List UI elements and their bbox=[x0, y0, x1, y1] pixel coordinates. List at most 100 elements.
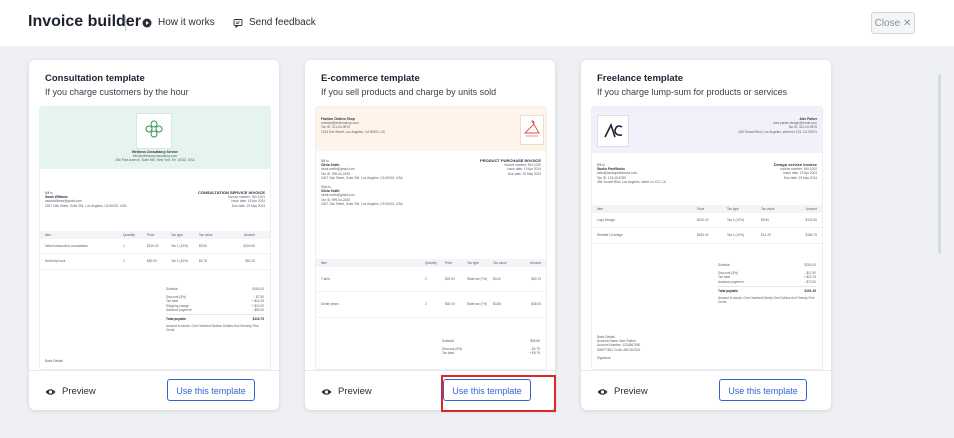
cell: State tax (7%) bbox=[467, 277, 488, 282]
client-line: 2457 Oak Street, Suite 304, Los Angeles,… bbox=[45, 203, 127, 208]
table-row: Self-help book 1 $50.00 Tax 1 (10%) $4.7… bbox=[40, 254, 270, 270]
items-table: Item Quantity Price Tax type Tax value A… bbox=[316, 259, 546, 318]
table-header: Item Price Tax type Tax value Amount bbox=[592, 205, 822, 214]
preview-button[interactable]: Preview bbox=[321, 386, 372, 397]
column-header: Tax type bbox=[467, 261, 479, 265]
totals-block: Subtotal $250.00 Discount (5%) - $12.50 Ta… bbox=[718, 263, 816, 304]
cell: $14.25 bbox=[761, 233, 771, 238]
preview-label: Preview bbox=[62, 386, 96, 397]
bank-line: SWIFT/BIC Code: ABCDUS33 bbox=[597, 347, 641, 352]
company-line: 1234 Elm Street, Los Angeles, CA 90001, … bbox=[321, 129, 385, 134]
invoice-preview-thumbnail[interactable]: Wellness Consultancy Service info@wellne… bbox=[39, 106, 271, 370]
card-subtitle: If you sell products and charge by units… bbox=[321, 87, 497, 97]
invoice-preview-thumbnail[interactable]: Fashion Clothes Shop contact@fashionshop… bbox=[315, 106, 547, 370]
card-subtitle: If you charge customers by the hour bbox=[45, 87, 189, 97]
card-title: E-commerce template bbox=[321, 73, 420, 84]
cell: $4.75 bbox=[199, 259, 207, 264]
cell: Initial introductory consultation bbox=[45, 244, 88, 249]
invoice-preview-thumbnail[interactable]: Alex Parker alex.parker.design@email.com… bbox=[591, 106, 823, 370]
cell: $3.00 bbox=[493, 277, 501, 282]
cell: $100.00 bbox=[147, 244, 159, 249]
hanger-logo-icon bbox=[523, 120, 540, 137]
column-header: Amount bbox=[530, 261, 541, 265]
use-template-button[interactable]: Use this template bbox=[719, 379, 807, 401]
total-label: Advance payment bbox=[166, 307, 192, 312]
company-logo bbox=[520, 115, 544, 145]
cell: $3.88 bbox=[493, 302, 501, 307]
amount-in-words: Amount in words: One Hundred Ninety One … bbox=[718, 296, 815, 305]
app-title: Invoice builder bbox=[28, 13, 141, 30]
play-circle-icon bbox=[142, 18, 152, 27]
send-feedback-link[interactable]: Send feedback bbox=[233, 17, 316, 28]
send-feedback-label: Send feedback bbox=[249, 17, 316, 28]
table-row: Initial introductory consultation 1 $100… bbox=[40, 239, 270, 255]
cell: $9.50 bbox=[199, 244, 207, 249]
preview-button[interactable]: Preview bbox=[45, 386, 96, 397]
ship-line: 2457 Oak Street, Suite 304, Los Angeles,… bbox=[321, 201, 403, 206]
cell: 1 bbox=[123, 244, 125, 249]
table-row: Logo Design $100.00 Tax 1 (10%) $9.50 $1… bbox=[592, 213, 822, 229]
total-label: Subtotal bbox=[442, 339, 454, 343]
cell: Self-help book bbox=[45, 259, 66, 264]
total-value: $95.80 bbox=[530, 339, 540, 343]
total-value: - $70.00 bbox=[804, 279, 816, 284]
scrollbar-thumb[interactable] bbox=[938, 74, 941, 254]
totals-block: Subtotal $150.00 Discount (5%) - $7.50 Tax… bbox=[166, 287, 264, 333]
totals-block: Subtotal $95.80 Discount (5%) - $4.79 Tax … bbox=[442, 339, 540, 356]
client-line: 456 Sunset Blvd, Los Angeles, street no … bbox=[597, 179, 666, 184]
column-header: Tax value bbox=[761, 207, 775, 211]
preview-button[interactable]: Preview bbox=[597, 386, 648, 397]
cell: Website UI design bbox=[597, 233, 623, 238]
card-title: Freelance template bbox=[597, 73, 684, 84]
total-label: Subtotal bbox=[166, 287, 178, 291]
cell: Tax 1 (10%) bbox=[171, 259, 189, 264]
cell: Tax 1 (10%) bbox=[727, 218, 745, 223]
total-label: Subtotal bbox=[718, 263, 730, 267]
wellness-logo-icon bbox=[145, 120, 163, 138]
cell: 2 bbox=[425, 302, 427, 307]
company-logo bbox=[597, 115, 629, 147]
eye-icon bbox=[597, 388, 608, 395]
column-header: Quantity bbox=[425, 261, 437, 265]
card-footer: Preview Use this template bbox=[29, 370, 279, 410]
cell: $150.00 bbox=[697, 233, 709, 238]
cell: $156.75 bbox=[805, 233, 817, 238]
card-title: Consultation template bbox=[45, 73, 145, 84]
column-header: Tax type bbox=[727, 207, 739, 211]
table-row: Website UI design $150.00 Tax 1 (10%) $1… bbox=[592, 228, 822, 244]
column-header: Price bbox=[445, 261, 453, 265]
card-footer: Preview Use this template bbox=[581, 370, 831, 410]
cell: $52.25 bbox=[245, 259, 255, 264]
client-line: 2457 Oak Street, Suite 304, Los Angeles,… bbox=[321, 175, 403, 180]
total-label: Total payable bbox=[166, 317, 187, 322]
total-value: - $50.00 bbox=[252, 307, 264, 312]
title-divider bbox=[125, 16, 126, 31]
freelance-template-card: Freelance template If you charge lump-su… bbox=[581, 60, 831, 410]
amount-in-words: Amount in words: One Hundred Sixteen Dol… bbox=[166, 324, 259, 333]
cell: $104.50 bbox=[243, 244, 255, 249]
column-header: Price bbox=[697, 207, 705, 211]
cell: $104.50 bbox=[805, 218, 817, 223]
eye-icon bbox=[45, 388, 56, 395]
column-header: Amount bbox=[244, 233, 255, 237]
preview-label: Preview bbox=[614, 386, 648, 397]
use-template-button[interactable]: Use this template bbox=[443, 379, 531, 401]
total-value: $250.00 bbox=[804, 263, 816, 267]
table-row: T-shirt 2 $25.00 State tax (7%) $3.00 $5… bbox=[316, 267, 546, 293]
preview-label: Preview bbox=[338, 386, 372, 397]
cell: $53.70 bbox=[531, 277, 541, 282]
total-label: Advance payment bbox=[718, 279, 744, 284]
bank-details-label: Bank Details bbox=[45, 359, 63, 363]
ac-monogram-icon bbox=[604, 122, 623, 138]
total-value: $116.75 bbox=[252, 317, 264, 322]
cell: 1 bbox=[123, 259, 125, 264]
how-it-works-link[interactable]: How it works bbox=[142, 17, 215, 28]
total-value: $150.00 bbox=[252, 287, 264, 291]
close-button[interactable]: Close ✕ bbox=[871, 12, 915, 34]
table-header: Item Quantity Price Tax type Tax value A… bbox=[316, 259, 546, 268]
use-template-button[interactable]: Use this template bbox=[167, 379, 255, 401]
card-subtitle: If you charge lump-sum for products or s… bbox=[597, 87, 788, 97]
total-value: + $9.79 bbox=[529, 351, 540, 356]
column-header: Tax value bbox=[493, 261, 507, 265]
cell: $9.50 bbox=[761, 218, 769, 223]
